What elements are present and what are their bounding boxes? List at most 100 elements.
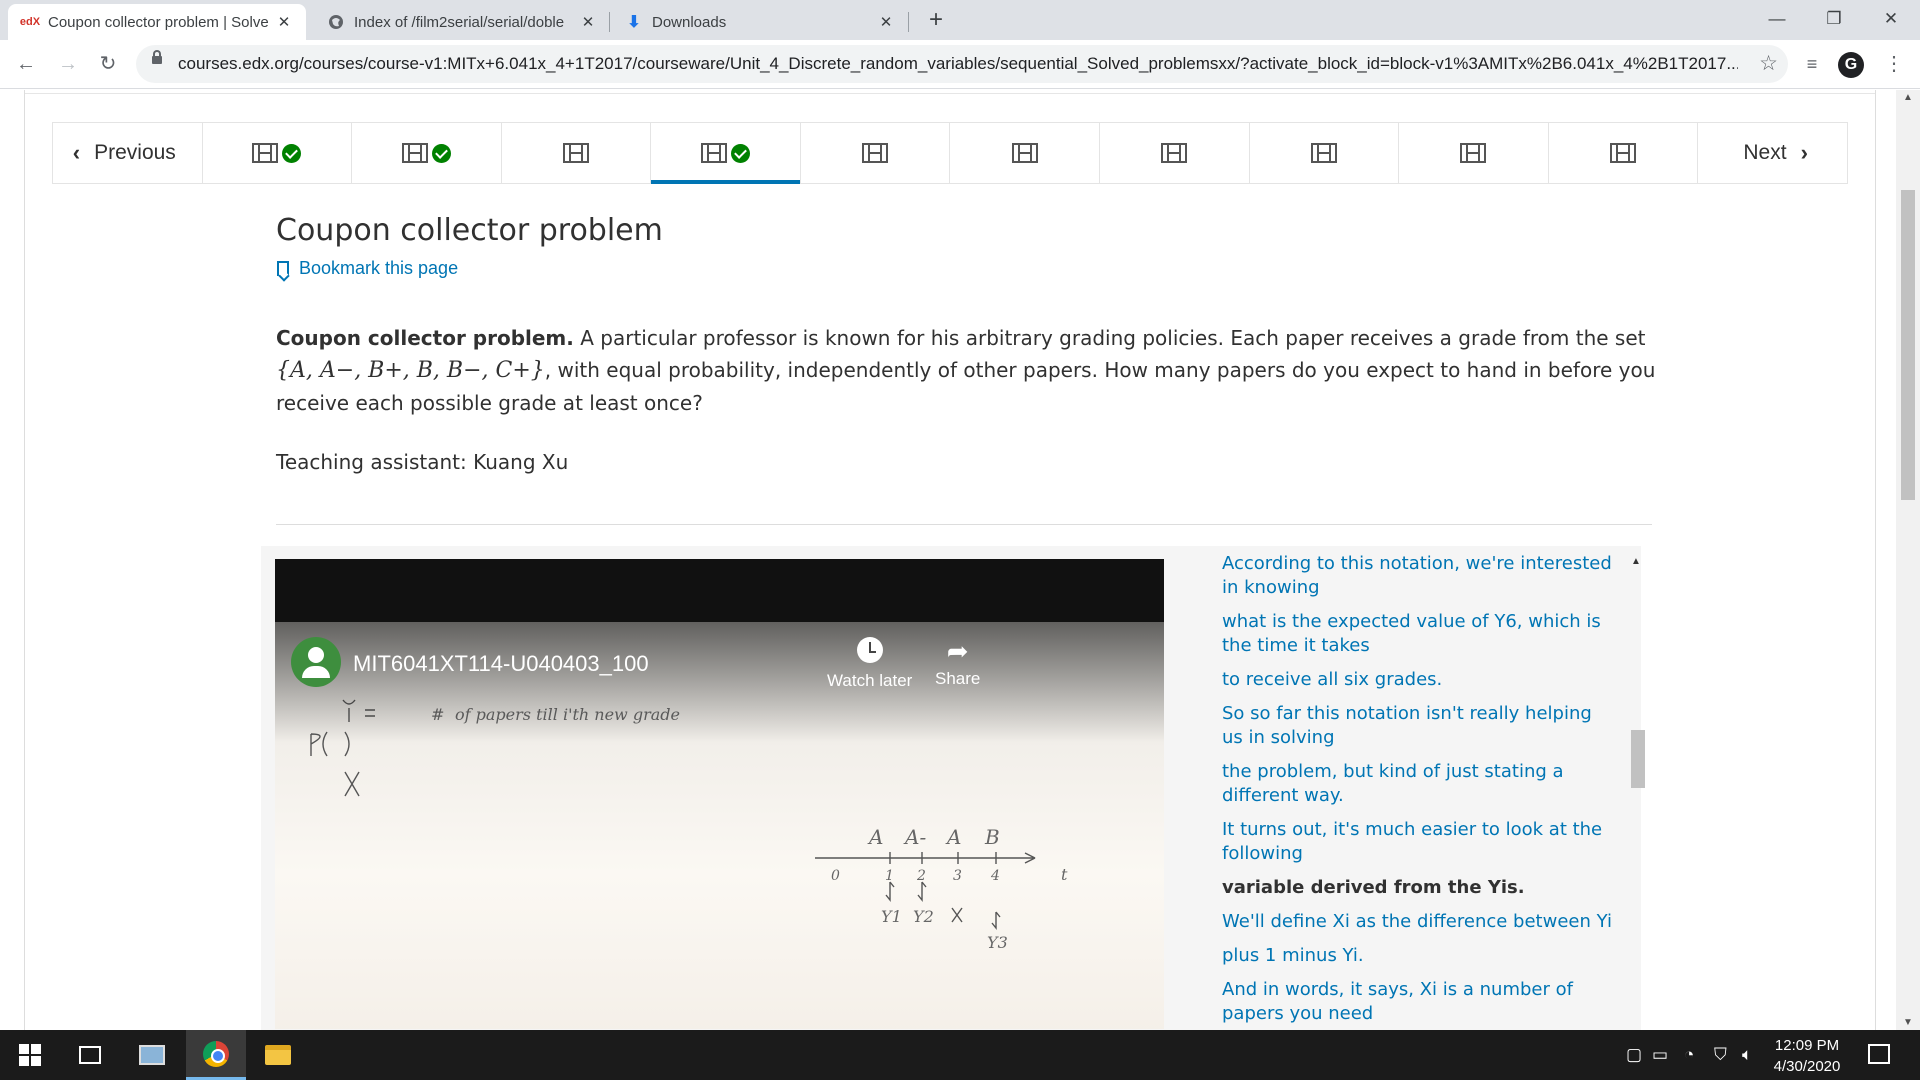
previous-button[interactable]: ‹ Previous	[53, 123, 203, 183]
sequence-item-8[interactable]	[1250, 123, 1400, 183]
start-button[interactable]	[0, 1030, 60, 1080]
svg-text:t: t	[1061, 865, 1068, 884]
clock-icon	[856, 637, 883, 663]
taskbar-pc-app[interactable]	[122, 1030, 182, 1080]
taskbar-file-explorer[interactable]	[248, 1030, 308, 1080]
scroll-thumb[interactable]	[1901, 190, 1915, 500]
computer-icon	[139, 1045, 165, 1065]
video-title[interactable]: MIT6041XT114-U040403_100	[353, 651, 649, 677]
sequence-item-7[interactable]	[1100, 123, 1250, 183]
share-icon: ➦	[946, 636, 969, 666]
scroll-up-icon[interactable]: ▲	[1627, 556, 1645, 567]
menu-kebab-icon[interactable]: ⋮	[1878, 48, 1910, 80]
browser-tab-edx[interactable]: edX Coupon collector problem | Solve ✕	[8, 4, 306, 40]
transcript-line[interactable]: According to this notation, we're intere…	[1222, 552, 1612, 600]
transcript-line[interactable]: plus 1 minus Yi.	[1222, 944, 1612, 968]
transcript-scrollbar[interactable]: ▲	[1627, 556, 1645, 1030]
problem-text: A particular professor is known for his …	[573, 326, 1646, 350]
scroll-down-icon[interactable]: ▼	[1896, 1017, 1920, 1028]
video-icon	[1011, 143, 1038, 163]
transcript-line[interactable]: It turns out, it's much easier to look a…	[1222, 818, 1612, 866]
svg-text:B: B	[984, 825, 1000, 849]
transcript-line[interactable]: And in words, it says, Xi is a number of…	[1222, 978, 1612, 1026]
sequence-item-3[interactable]	[502, 123, 652, 183]
task-view-button[interactable]	[60, 1030, 120, 1080]
shield-icon[interactable]: ⛉	[1714, 1045, 1727, 1065]
windows-logo-icon	[19, 1044, 41, 1066]
sequence-item-10[interactable]	[1549, 123, 1699, 183]
minimize-button[interactable]: —	[1748, 0, 1806, 40]
transcript-line[interactable]: to receive all six grades.	[1222, 668, 1612, 692]
share-button[interactable]: ➦ Share	[935, 637, 980, 689]
transcript-line-current[interactable]: variable derived from the Yis.	[1222, 876, 1612, 900]
sequence-item-9[interactable]	[1399, 123, 1549, 183]
chevron-left-icon: ‹	[72, 140, 81, 165]
video-icon	[701, 143, 728, 163]
watch-later-button[interactable]: Watch later	[827, 637, 912, 691]
scroll-thumb[interactable]	[1631, 730, 1645, 788]
next-button[interactable]: Next ›	[1698, 123, 1847, 183]
channel-avatar[interactable]	[291, 637, 341, 687]
problem-heading: Coupon collector problem.	[276, 326, 574, 350]
sequence-item-4[interactable]	[651, 123, 801, 184]
browser-tab-index[interactable]: Index of /film2serial/serial/doble ✕	[314, 4, 610, 40]
system-clock[interactable]: 12:09 PM 4/30/2020	[1762, 1035, 1852, 1077]
video-icon	[1310, 143, 1337, 163]
tab-title: Downloads	[652, 13, 727, 31]
transcript-line[interactable]: We'll define Xi as the difference betwee…	[1222, 910, 1612, 934]
watch-later-label: Watch later	[827, 671, 913, 690]
svg-text:4: 4	[990, 868, 1000, 884]
forward-icon[interactable]: →	[52, 48, 84, 80]
address-bar[interactable]: courses.edx.org/courses/course-v1:MITx+6…	[136, 45, 1788, 83]
previous-label: Previous	[94, 141, 176, 164]
tray-window-icon[interactable]: ▢	[1626, 1045, 1642, 1065]
sequence-item-1[interactable]	[203, 123, 353, 183]
svg-text:A: A	[867, 825, 883, 849]
video-overlay	[275, 622, 1164, 742]
scroll-up-icon[interactable]: ▲	[1896, 92, 1920, 103]
close-tab-icon[interactable]: ✕	[274, 13, 294, 31]
back-icon[interactable]: ←	[10, 48, 42, 80]
video-icon	[1610, 143, 1637, 163]
volume-icon[interactable]: 🔈︎	[1742, 1045, 1752, 1065]
video-player[interactable]: # of papers till i'th new grade A A- A B…	[275, 559, 1164, 1029]
svg-text:Y2: Y2	[913, 907, 934, 926]
divider	[25, 93, 1875, 94]
sequence-item-6[interactable]	[950, 123, 1101, 183]
taskbar-chrome[interactable]	[186, 1030, 246, 1080]
page-title: Coupon collector problem	[276, 213, 663, 248]
profile-avatar[interactable]: G	[1838, 52, 1864, 78]
windows-taskbar: ▢ ▭ ◔ ⛉ 🔈︎ 12:09 PM 4/30/2020	[0, 1030, 1920, 1080]
video-icon	[862, 143, 889, 163]
close-tab-icon[interactable]: ✕	[578, 13, 598, 31]
bookmark-star-icon[interactable]: ☆	[1759, 51, 1778, 76]
transcript-line[interactable]: So so far this notation isn't really hel…	[1222, 702, 1612, 750]
transcript-line[interactable]: the problem, but kind of just stating a …	[1222, 760, 1612, 808]
bookmark-label: Bookmark this page	[299, 258, 459, 278]
transcript-line[interactable]: what is the expected value of Y6, which …	[1222, 610, 1612, 658]
notification-icon[interactable]	[1868, 1044, 1890, 1064]
sequence-item-2[interactable]	[352, 123, 502, 183]
video-module: # of papers till i'th new grade A A- A B…	[261, 546, 1645, 1030]
media-control-icon[interactable]: ≡	[1796, 48, 1828, 80]
close-window-button[interactable]: ✕	[1862, 0, 1920, 40]
page-scrollbar[interactable]: ▲ ▼	[1896, 90, 1920, 1030]
completed-check-icon	[431, 143, 451, 163]
sequence-item-5[interactable]	[801, 123, 951, 183]
folder-icon	[265, 1045, 291, 1065]
grade-set-math: {A, A−, B+, B, B−, C+}	[276, 358, 545, 383]
battery-icon[interactable]: ▭	[1652, 1045, 1668, 1065]
svg-text:0: 0	[831, 868, 840, 884]
video-icon	[401, 143, 428, 163]
browser-tab-downloads[interactable]: ⬇ Downloads ✕	[612, 4, 908, 40]
download-icon: ⬇	[627, 14, 641, 31]
url-text[interactable]: courses.edx.org/courses/course-v1:MITx+6…	[178, 54, 1738, 74]
new-tab-button[interactable]: +	[922, 6, 950, 34]
reload-icon[interactable]: ↻	[92, 48, 124, 80]
bookmark-button[interactable]: Bookmark this page	[277, 258, 458, 279]
restore-button[interactable]: ❐	[1805, 0, 1863, 40]
svg-text:A: A	[945, 825, 961, 849]
wifi-icon[interactable]: ◔	[1684, 1045, 1694, 1065]
close-tab-icon[interactable]: ✕	[876, 13, 896, 31]
completed-check-icon	[282, 143, 302, 163]
